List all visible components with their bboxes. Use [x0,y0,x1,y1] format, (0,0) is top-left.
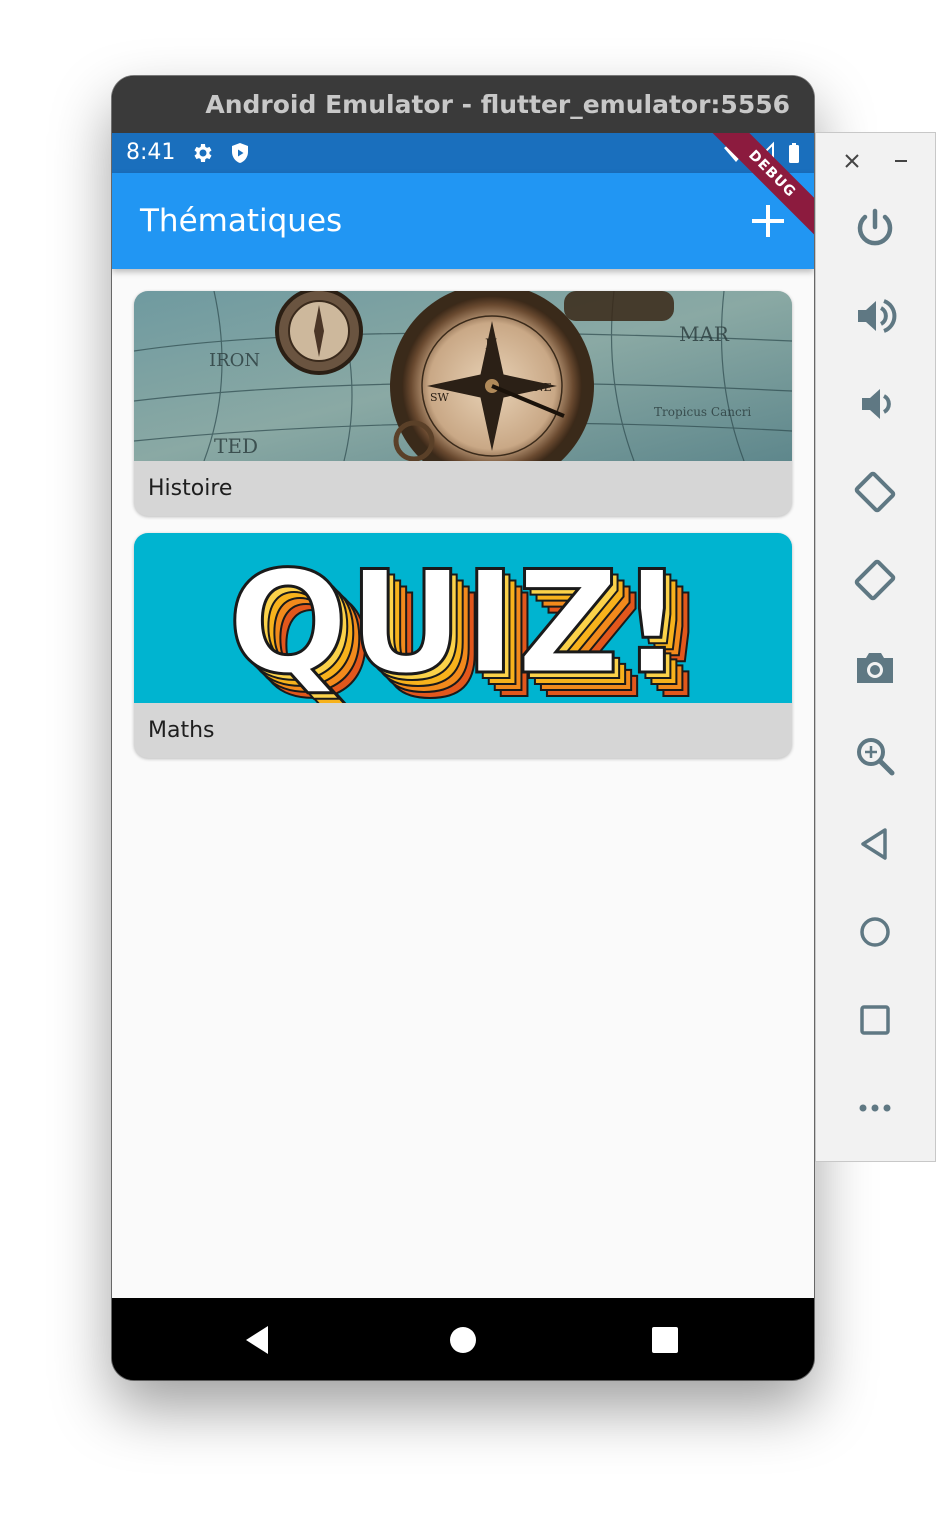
svg-text:IRON: IRON [209,350,260,371]
card-label: Histoire [148,476,233,501]
nav-back-button[interactable] [240,1322,276,1358]
minimize-icon[interactable] [889,149,913,173]
status-time: 8:41 [126,140,176,165]
svg-text:SW: SW [430,391,450,404]
svg-text:TED: TED [214,434,258,458]
compass-on-map-image: IRON TED MAR Tropicus Cancri N NE SW [134,291,792,461]
svg-text:NE: NE [534,381,552,394]
power-icon[interactable] [852,205,898,251]
zoom-icon[interactable] [852,733,898,779]
nav-home-button[interactable] [445,1322,481,1358]
page-title: Thématiques [140,203,343,239]
svg-text:MAR: MAR [679,322,730,346]
svg-text:Tropicus Cancri: Tropicus Cancri [654,405,751,419]
svg-text:N: N [485,337,497,353]
card-label: Maths [148,718,215,743]
volume-down-icon[interactable] [852,381,898,427]
settings-icon [194,144,212,162]
emulator-title: Android Emulator - flutter_emulator:5556 [112,76,814,133]
app-bar: Thématiques [112,173,814,269]
camera-icon[interactable] [852,645,898,691]
nav-overview-button[interactable] [647,1322,683,1358]
emulator-window: Android Emulator - flutter_emulator:5556… [112,76,814,1380]
status-bar: 8:41 [112,133,814,173]
overview-icon[interactable] [852,997,898,1043]
battery-icon [789,143,799,163]
quiz-banner-image: QUIZ! QUIZ! QUIZ! QUIZ! QUIZ! [134,533,792,703]
card-histoire[interactable]: IRON TED MAR Tropicus Cancri N NE SW His… [134,291,792,516]
close-icon[interactable] [840,149,864,173]
home-icon[interactable] [852,909,898,955]
volume-up-icon[interactable] [852,293,898,339]
quiz-logo-text: QUIZ! [228,541,685,703]
rotate-right-icon[interactable] [852,557,898,603]
back-icon[interactable] [852,821,898,867]
shield-play-icon [232,143,248,163]
add-button[interactable] [750,203,786,239]
more-icon[interactable] [852,1085,898,1131]
device-screen: 8:41 Thématiques DEBUG IRON TED MAR Trop… [112,133,814,1298]
emulator-side-toolbar [815,132,936,1162]
card-maths[interactable]: QUIZ! QUIZ! QUIZ! QUIZ! QUIZ! Maths [134,533,792,758]
system-nav-bar [112,1298,814,1380]
rotate-left-icon[interactable] [852,469,898,515]
